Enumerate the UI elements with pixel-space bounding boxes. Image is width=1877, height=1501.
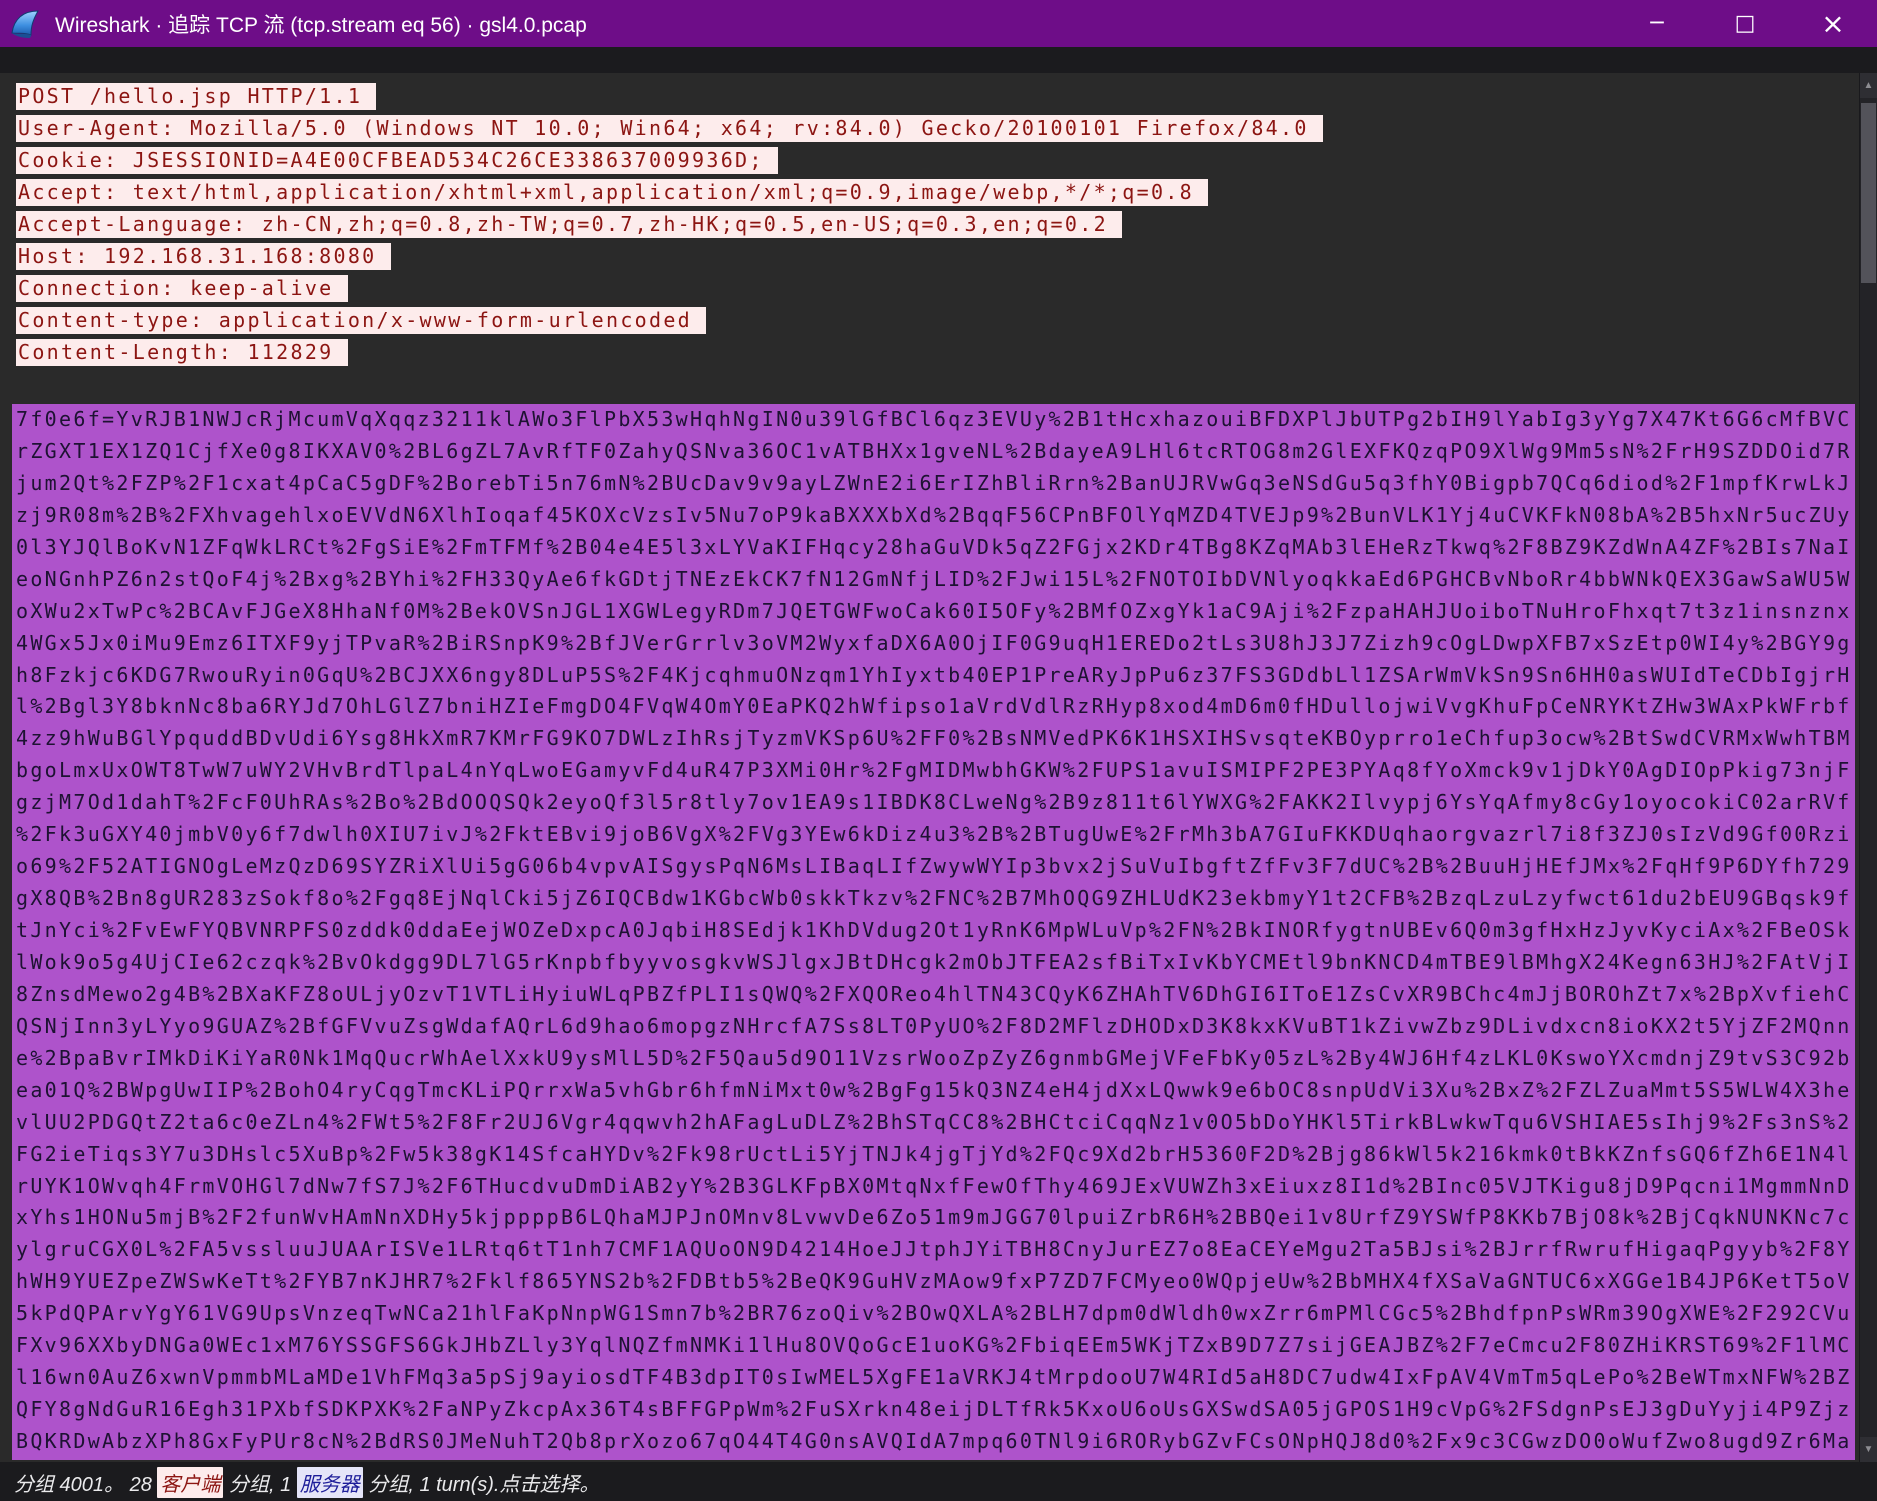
http-header-line: Cookie: JSESSIONID=A4E00CFBEAD534C26CE33…: [16, 145, 1323, 177]
body-data-line: jum2Qt%2FZP%2F1cxat4pCaC5gDF%2BorebTi5n7…: [16, 470, 1852, 495]
body-data-line: l16wn0AuZ6xwnVpmmbMLaMDe1VhFMq3a5pSj9ayi…: [16, 1365, 1852, 1390]
http-header-line: Content-Length: 112829: [16, 337, 1323, 369]
body-data-line: e%2BpaBvrIMkDiKiYaR0Nk1MqQucrWhAelXxkU9y…: [16, 1045, 1852, 1070]
body-data-line: lWok9o5g4UjCIe62czqk%2BvOkdgg9DL7lG5rKnp…: [16, 949, 1852, 974]
http-header-line: User-Agent: Mozilla/5.0 (Windows NT 10.0…: [16, 113, 1323, 145]
body-data-line: xYhs1HONu5mjB%2F2funWvHAmNnXDHy5kjppppB6…: [16, 1205, 1852, 1230]
wireshark-logo-icon: [9, 7, 43, 41]
vertical-scrollbar[interactable]: ▲ ▼: [1859, 73, 1877, 1462]
body-data-line: hWH9YUEZpeZWSwKeTt%2FYB7nKJHR7%2Fklf865Y…: [16, 1269, 1852, 1294]
body-data-line: ylgruCGX0L%2FA5vssluuJUAArISVe1LRtq6tT1n…: [16, 1237, 1852, 1262]
hint-text-client-count: 分组, 1: [223, 1473, 297, 1496]
scrollbar-thumb[interactable]: [1861, 103, 1876, 283]
close-button[interactable]: ×: [1789, 0, 1877, 47]
body-data-line: 4zz9hWuBGlYpquddBDvUdi6Ysg8HkXmR7KMrFG9K…: [16, 726, 1852, 751]
body-data-line: QFY8gNdGuR16Egh31PXbfSDKPXK%2FaNPyZkcpAx…: [16, 1397, 1852, 1422]
body-data-line: rZGXT1EX1ZQ1CjfXe0g8IKXAV0%2BL6gZL7AvRfT…: [16, 438, 1852, 463]
http-header-line: Host: 192.168.31.168:8080: [16, 241, 1323, 273]
body-data-line: rUYK1OWvqh4FrmVOHGl7dNw7fS7J%2F6THucdvuD…: [16, 1173, 1852, 1198]
server-packets-badge[interactable]: 服务器: [296, 1466, 363, 1498]
tcp-stream-content-pane[interactable]: POST /hello.jsp HTTP/1.1 User-Agent: Mozi…: [0, 73, 1859, 1462]
http-request-headers: POST /hello.jsp HTTP/1.1 User-Agent: Mozi…: [16, 81, 1323, 368]
window-controls: ─ □ ×: [1613, 0, 1877, 47]
http-header-line: Content-type: application/x-www-form-url…: [16, 305, 1323, 337]
body-data-line: 4WGx5Jx0iMu9Emz6ITXF9yjTPvaR%2BiRSnpK9%2…: [16, 630, 1852, 655]
body-data-line: ea01Q%2BWpgUwIIP%2BohO4ryCqgTmcKLiPQrrxW…: [16, 1077, 1852, 1102]
client-packets-badge[interactable]: 客户端: [157, 1466, 224, 1498]
stream-hint-bar: 分组 4001。 28 客户端 分组, 1 服务器 分组, 1 turn(s).…: [14, 1466, 600, 1498]
body-data-line: %2Fk3uGXY40jmbV0y6f7dwlh0XIU7ivJ%2FktEBv…: [16, 822, 1852, 847]
body-data-line: gX8QB%2Bn8gUR283zSokf8o%2Fgq8EjNqlCki5jZ…: [16, 886, 1852, 911]
scroll-up-arrow-icon[interactable]: ▲: [1860, 73, 1877, 98]
body-data-line: FG2ieTiqs3Y7u3DHslc5XuBp%2Fw5k38gK14Sfca…: [16, 1141, 1852, 1166]
body-data-line: oXWu2xTwPc%2BCAvFJGeX8HhaNf0M%2BekOVSnJG…: [16, 598, 1852, 623]
http-request-body-selection[interactable]: 7f0e6f=YvRJB1NWJcRjMcumVqXqqz3211klAWo3F…: [12, 404, 1855, 1460]
body-data-line: BQKRDwAbzXPh8GxFyPUr8cN%2BdRS0JMeNuhT2Qb…: [16, 1429, 1852, 1453]
body-data-line: 8ZnsdMewo2g4B%2BXaKFZ8oULjyOzvT1VTLiHyiu…: [16, 981, 1852, 1006]
http-header-line: Accept-Language: zh-CN,zh;q=0.8,zh-TW;q=…: [16, 209, 1323, 241]
body-data-line: eoNGnhPZ6n2stQoF4j%2Bxg%2BYhi%2FH33QyAe6…: [16, 566, 1852, 591]
body-data-line: h8Fzkjc6KDG7RwouRyin0GqU%2BCJXX6ngy8DLuP…: [16, 662, 1852, 687]
hint-text-packets: 分组 4001。 28: [14, 1473, 158, 1496]
http-header-line: POST /hello.jsp HTTP/1.1: [16, 81, 1323, 113]
body-data-line: FXv96XXbyDNGa0WEc1xM76YSSGFS6GkJHbZLly3Y…: [16, 1333, 1852, 1358]
maximize-button[interactable]: □: [1701, 0, 1789, 47]
window-title: Wireshark · 追踪 TCP 流 (tcp.stream eq 56) …: [55, 13, 587, 37]
body-data-line: QSNjInn3yLYyo9GUAZ%2BfGFVvuZsgWdafAQrL6d…: [16, 1013, 1852, 1038]
http-header-line: Accept: text/html,application/xhtml+xml,…: [16, 177, 1323, 209]
hint-text-turns: 分组, 1 turn(s).点击选择。: [362, 1473, 600, 1496]
body-data-line: o69%2F52ATIGNOgLeMzQzD69SYZRiXlUi5gG06b4…: [16, 854, 1852, 879]
body-data-line: bgoLmxUxOWT8TwW7uWY2VHvBrdTlpaL4nYqLwoEG…: [16, 758, 1852, 783]
body-data-line: gzjM7Od1dahT%2FcF0UhRAs%2Bo%2BdOOQSQk2ey…: [16, 790, 1852, 815]
body-data-line: zj9R08m%2B%2FXhvagehlxoEVVdN6XlhIoqaf45K…: [16, 502, 1852, 527]
body-data-line: 5kPdQPArvYgY61VG9UpsVnzeqTwNCa21hlFaKpNn…: [16, 1301, 1852, 1326]
title-bar[interactable]: Wireshark · 追踪 TCP 流 (tcp.stream eq 56) …: [0, 0, 1877, 47]
body-data-line: 0l3YJQlBoKvN1ZFqWkLRCt%2FgSiE%2FmTFMf%2B…: [16, 534, 1852, 559]
body-data-line: tJnYci%2FvEwFYQBVNRPFS0zddk0ddaEejWOZeDx…: [16, 918, 1852, 942]
minimize-button[interactable]: ─: [1613, 0, 1701, 47]
http-header-line: Connection: keep-alive: [16, 273, 1323, 305]
body-data-line: vlUU2PDGQtZ2ta6c0eZLn4%2FWt5%2F8Fr2UJ6Vg…: [16, 1109, 1852, 1134]
body-data-line: l%2Bgl3Y8bknNc8ba6RYJd7OhLGlZ7bniHZIeFmg…: [16, 694, 1852, 719]
body-data-line: 7f0e6f=YvRJB1NWJcRjMcumVqXqqz3211klAWo3F…: [16, 407, 1852, 431]
scroll-down-arrow-icon[interactable]: ▼: [1860, 1437, 1877, 1462]
